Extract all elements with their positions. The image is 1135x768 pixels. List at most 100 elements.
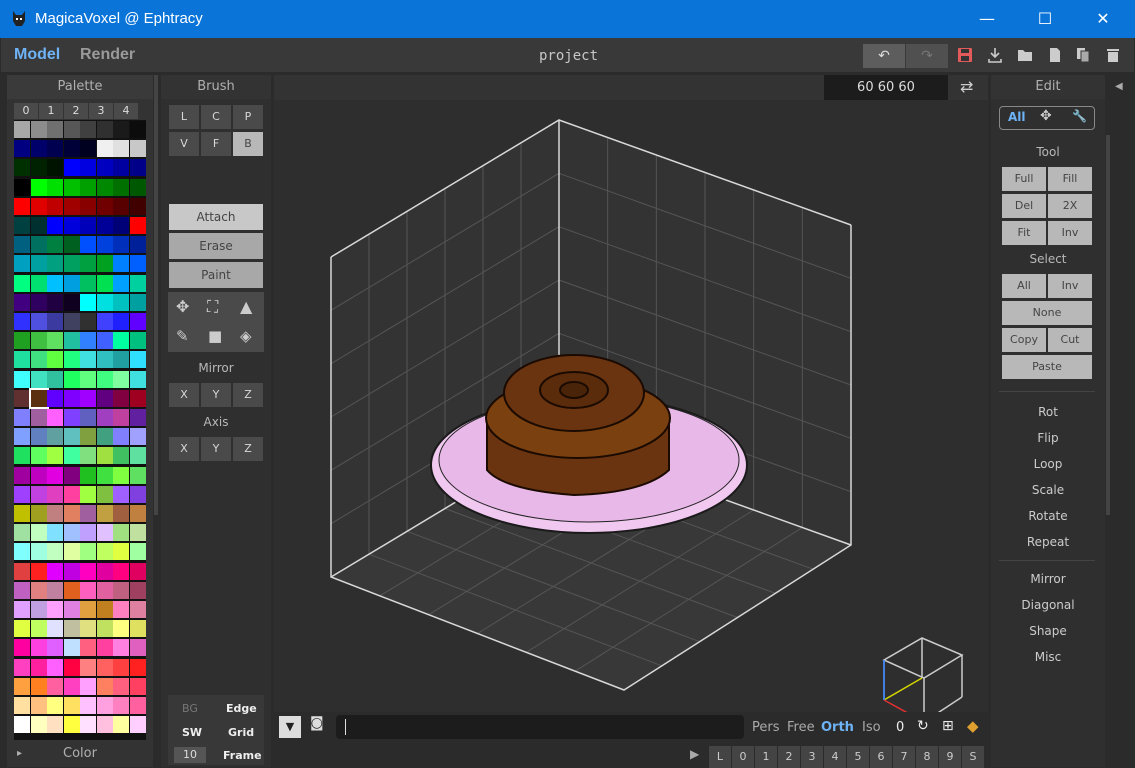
palette-color-swatch[interactable] (129, 274, 146, 292)
palette-color-swatch[interactable] (14, 197, 30, 215)
axis-z-button[interactable]: Z (232, 436, 264, 462)
tool-del-button[interactable]: Del (1001, 193, 1047, 219)
palette-color-swatch[interactable] (80, 716, 96, 734)
op-repeat-button[interactable]: Repeat (991, 535, 1105, 549)
palette-color-swatch[interactable] (113, 562, 129, 580)
palette-color-swatch[interactable] (30, 716, 47, 734)
palette-color-swatch[interactable] (113, 274, 129, 292)
palette-color-swatch[interactable] (96, 274, 113, 292)
palette-color-swatch[interactable] (63, 447, 80, 465)
palette-color-swatch[interactable] (30, 197, 47, 215)
palette-color-swatch[interactable] (96, 716, 113, 734)
palette-color-swatch[interactable] (129, 389, 146, 407)
palette-color-swatch[interactable] (96, 236, 113, 254)
palette-color-swatch[interactable] (113, 332, 129, 350)
palette-color-swatch[interactable] (129, 236, 146, 254)
op-rot-button[interactable]: Rot (991, 405, 1105, 419)
palette-color-swatch[interactable] (14, 562, 30, 580)
palette-color-swatch[interactable] (113, 159, 129, 177)
palette-color-swatch[interactable] (113, 601, 129, 618)
palette-color-swatch[interactable] (113, 389, 129, 407)
palette-color-swatch[interactable] (30, 178, 47, 196)
palette-color-swatch[interactable] (96, 293, 113, 311)
palette-color-swatch[interactable] (63, 274, 80, 292)
mirror-y-button[interactable]: Y (200, 382, 232, 408)
select-box-icon[interactable]: ⛶ (207, 297, 218, 317)
console-input[interactable] (336, 715, 744, 739)
tool-fit-button[interactable]: Fit (1001, 220, 1047, 246)
palette-color-swatch[interactable] (129, 255, 146, 273)
palette-color-swatch[interactable] (80, 620, 96, 638)
palette-color-swatch[interactable] (80, 332, 96, 350)
palette-color-swatch[interactable] (96, 601, 113, 618)
palette-color-swatch[interactable] (129, 505, 146, 522)
palette-color-swatch[interactable] (129, 485, 146, 503)
palette-color-swatch[interactable] (113, 447, 129, 465)
palette-color-swatch[interactable] (129, 620, 146, 638)
palette-color-swatch[interactable] (80, 409, 96, 426)
palette-color-swatch[interactable] (96, 159, 113, 177)
palette-color-swatch[interactable] (30, 466, 47, 484)
palette-tab-3[interactable]: 3 (89, 103, 113, 119)
palette-color-swatch[interactable] (113, 581, 129, 599)
palette-color-swatch[interactable] (113, 428, 129, 446)
palette-color-swatch[interactable] (30, 428, 47, 446)
palette-color-swatch[interactable] (113, 293, 129, 311)
palette-color-swatch[interactable] (14, 351, 30, 369)
palette-color-swatch[interactable] (129, 293, 146, 311)
palette-color-swatch[interactable] (63, 524, 80, 542)
palette-color-swatch[interactable] (30, 313, 47, 330)
copy-icon[interactable] (1075, 47, 1091, 63)
tool-inv-button[interactable]: Inv (1047, 220, 1093, 246)
select-none-button[interactable]: None (1001, 300, 1093, 326)
palette-color-swatch[interactable] (47, 293, 63, 311)
redo-button[interactable]: ↷ (906, 44, 948, 68)
palette-color-swatch[interactable] (80, 236, 96, 254)
palette-color-swatch[interactable] (63, 197, 80, 215)
palette-color-swatch[interactable] (14, 524, 30, 542)
palette-color-swatch[interactable] (80, 351, 96, 369)
palette-color-swatch[interactable] (63, 121, 80, 138)
palette-color-swatch[interactable] (96, 409, 113, 426)
palette-color-swatch[interactable] (30, 485, 47, 503)
palette-color-swatch[interactable] (80, 485, 96, 503)
palette-color-swatch[interactable] (47, 159, 63, 177)
frame-button-2[interactable]: 2 (778, 746, 800, 768)
palette-color-swatch[interactable] (63, 389, 80, 407)
palette-color-swatch[interactable] (113, 140, 129, 158)
palette-color-swatch[interactable] (113, 121, 129, 138)
palette-color-swatch[interactable] (30, 274, 47, 292)
palette-color-swatch[interactable] (80, 562, 96, 580)
palette-color-swatch[interactable] (80, 581, 96, 599)
palette-color-swatch[interactable] (129, 370, 146, 388)
palette-color-swatch[interactable] (47, 639, 63, 657)
palette-color-swatch[interactable] (30, 677, 47, 695)
palette-color-swatch[interactable] (14, 620, 30, 638)
palette-color-swatch[interactable] (129, 332, 146, 350)
palette-color-swatch[interactable] (96, 255, 113, 273)
palette-color-swatch[interactable] (14, 697, 30, 714)
palette-color-swatch[interactable] (113, 620, 129, 638)
palette-color-swatch[interactable] (129, 562, 146, 580)
sw-toggle[interactable]: SW (182, 726, 202, 739)
palette-color-swatch[interactable] (96, 351, 113, 369)
palette-color-swatch[interactable] (14, 370, 30, 388)
view-angle[interactable]: 0 (896, 720, 904, 735)
view-iso[interactable]: Iso (862, 720, 881, 735)
palette-color-swatch[interactable] (80, 505, 96, 522)
axis-y-button[interactable]: Y (200, 436, 232, 462)
palette-color-swatch[interactable] (47, 140, 63, 158)
palette-color-swatch[interactable] (63, 351, 80, 369)
palette-color-swatch[interactable] (47, 121, 63, 138)
palette-color-swatch[interactable] (14, 389, 30, 407)
mirror-x-button[interactable]: X (168, 382, 200, 408)
frame-button-4[interactable]: 4 (824, 746, 846, 768)
palette-color-swatch[interactable] (30, 293, 47, 311)
brush-center-button[interactable]: C (200, 104, 232, 130)
palette-color-swatch[interactable] (63, 658, 80, 676)
file-icon[interactable] (1047, 47, 1063, 63)
palette-color-swatch[interactable] (113, 543, 129, 561)
maximize-button[interactable]: ☐ (1022, 0, 1068, 38)
dropdown-button[interactable]: ▼ (279, 716, 301, 738)
edit-scrollbar[interactable] (1106, 135, 1110, 515)
